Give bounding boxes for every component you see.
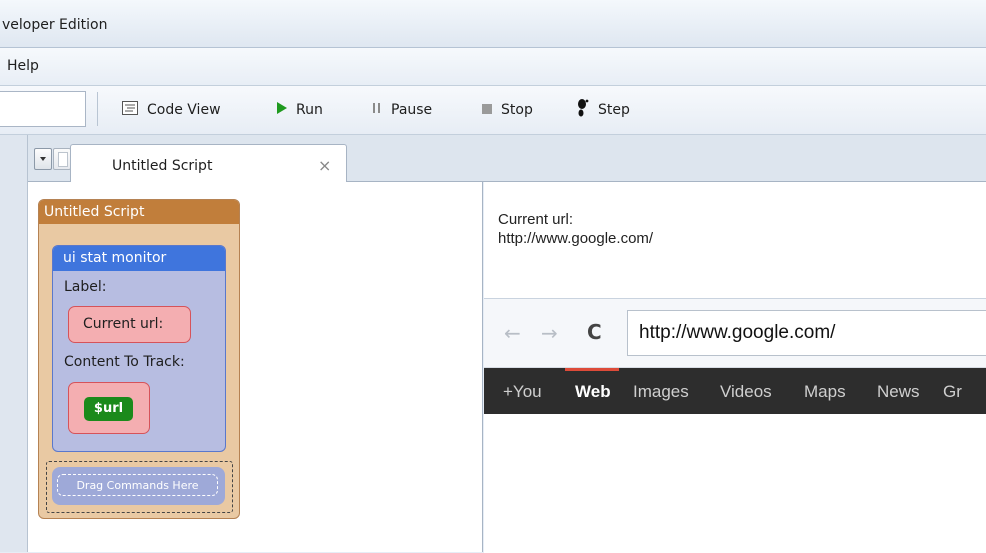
address-bar[interactable]: http://www.google.com/ (627, 310, 986, 356)
script-editor-pane: Untitled Script ui stat monitor Label: C… (28, 182, 483, 552)
pause-button[interactable]: Pause (372, 98, 432, 122)
reload-icon[interactable]: C (587, 320, 602, 344)
variable-url-pill[interactable]: $url (84, 397, 133, 421)
browser-navbar: ← → C http://www.google.com/ (484, 299, 986, 368)
window-titlebar: veloper Edition (0, 0, 986, 48)
code-view-icon (122, 101, 138, 119)
drop-zone[interactable]: Drag Commands Here (46, 461, 233, 513)
output-pane: Current url: http://www.google.com/ ← → … (484, 182, 986, 553)
label-value-field[interactable]: Current url: (68, 306, 191, 343)
content-value-slot[interactable]: $url (68, 382, 150, 434)
run-label: Run (296, 102, 323, 118)
script-block-title: Untitled Script (39, 200, 239, 224)
active-indicator (565, 368, 619, 371)
pause-label: Pause (391, 102, 433, 118)
back-arrow-icon[interactable]: ← (504, 321, 521, 345)
output-line-url: http://www.google.com/ (498, 230, 654, 247)
window-title: veloper Edition (2, 17, 108, 33)
label-caption: Label: (64, 279, 107, 295)
new-document-icon[interactable] (53, 148, 71, 170)
play-icon (277, 102, 287, 118)
toolbar-separator (97, 92, 98, 126)
stop-label: Stop (501, 102, 533, 118)
step-label: Step (598, 102, 630, 118)
close-icon[interactable]: × (318, 156, 331, 175)
run-button[interactable]: Run (277, 98, 323, 122)
pause-icon (372, 102, 382, 118)
gbar-item-maps[interactable]: Maps (804, 382, 846, 402)
drag-commands-hint: Drag Commands Here (57, 474, 218, 496)
stop-button[interactable]: Stop (482, 98, 533, 122)
drop-target[interactable]: Drag Commands Here (52, 467, 225, 505)
script-block[interactable]: Untitled Script ui stat monitor Label: C… (38, 199, 240, 519)
monitor-output: Current url: http://www.google.com/ (498, 210, 653, 248)
menu-bar: Help (0, 48, 986, 86)
google-nav-bar: +You Web Images Videos Maps News Gr (484, 368, 986, 414)
code-view-button[interactable]: Code View (122, 98, 221, 122)
toolbar-input[interactable] (0, 91, 86, 127)
embedded-browser: ← → C http://www.google.com/ +You Web Im… (484, 298, 986, 553)
gbar-item-more[interactable]: Gr (943, 382, 962, 402)
sidebar-strip (0, 135, 28, 552)
output-line-label: Current url: (498, 211, 574, 228)
content-caption: Content To Track: (64, 354, 185, 370)
menu-help[interactable]: Help (4, 57, 42, 75)
toolbar: Code View Run Pause Stop Step (0, 86, 986, 135)
gbar-item-news[interactable]: News (877, 382, 920, 402)
code-view-label: Code View (147, 102, 221, 118)
tab-untitled-script[interactable]: Untitled Script × (70, 144, 347, 182)
gbar-item-videos[interactable]: Videos (720, 382, 772, 402)
step-button[interactable]: Step (577, 98, 630, 122)
forward-arrow-icon[interactable]: → (541, 321, 558, 345)
tab-dropdown-button[interactable] (34, 148, 52, 170)
stop-icon (482, 102, 492, 118)
gbar-item-you[interactable]: +You (503, 382, 542, 402)
gbar-item-web[interactable]: Web (575, 382, 611, 402)
monitor-header: ui stat monitor (53, 246, 225, 271)
tab-bar: Untitled Script × (28, 135, 986, 182)
ui-stat-monitor-block[interactable]: ui stat monitor Label: Current url: Cont… (52, 245, 226, 452)
gbar-item-images[interactable]: Images (633, 382, 689, 402)
footprint-icon (577, 99, 589, 121)
tab-label: Untitled Script (112, 158, 213, 174)
